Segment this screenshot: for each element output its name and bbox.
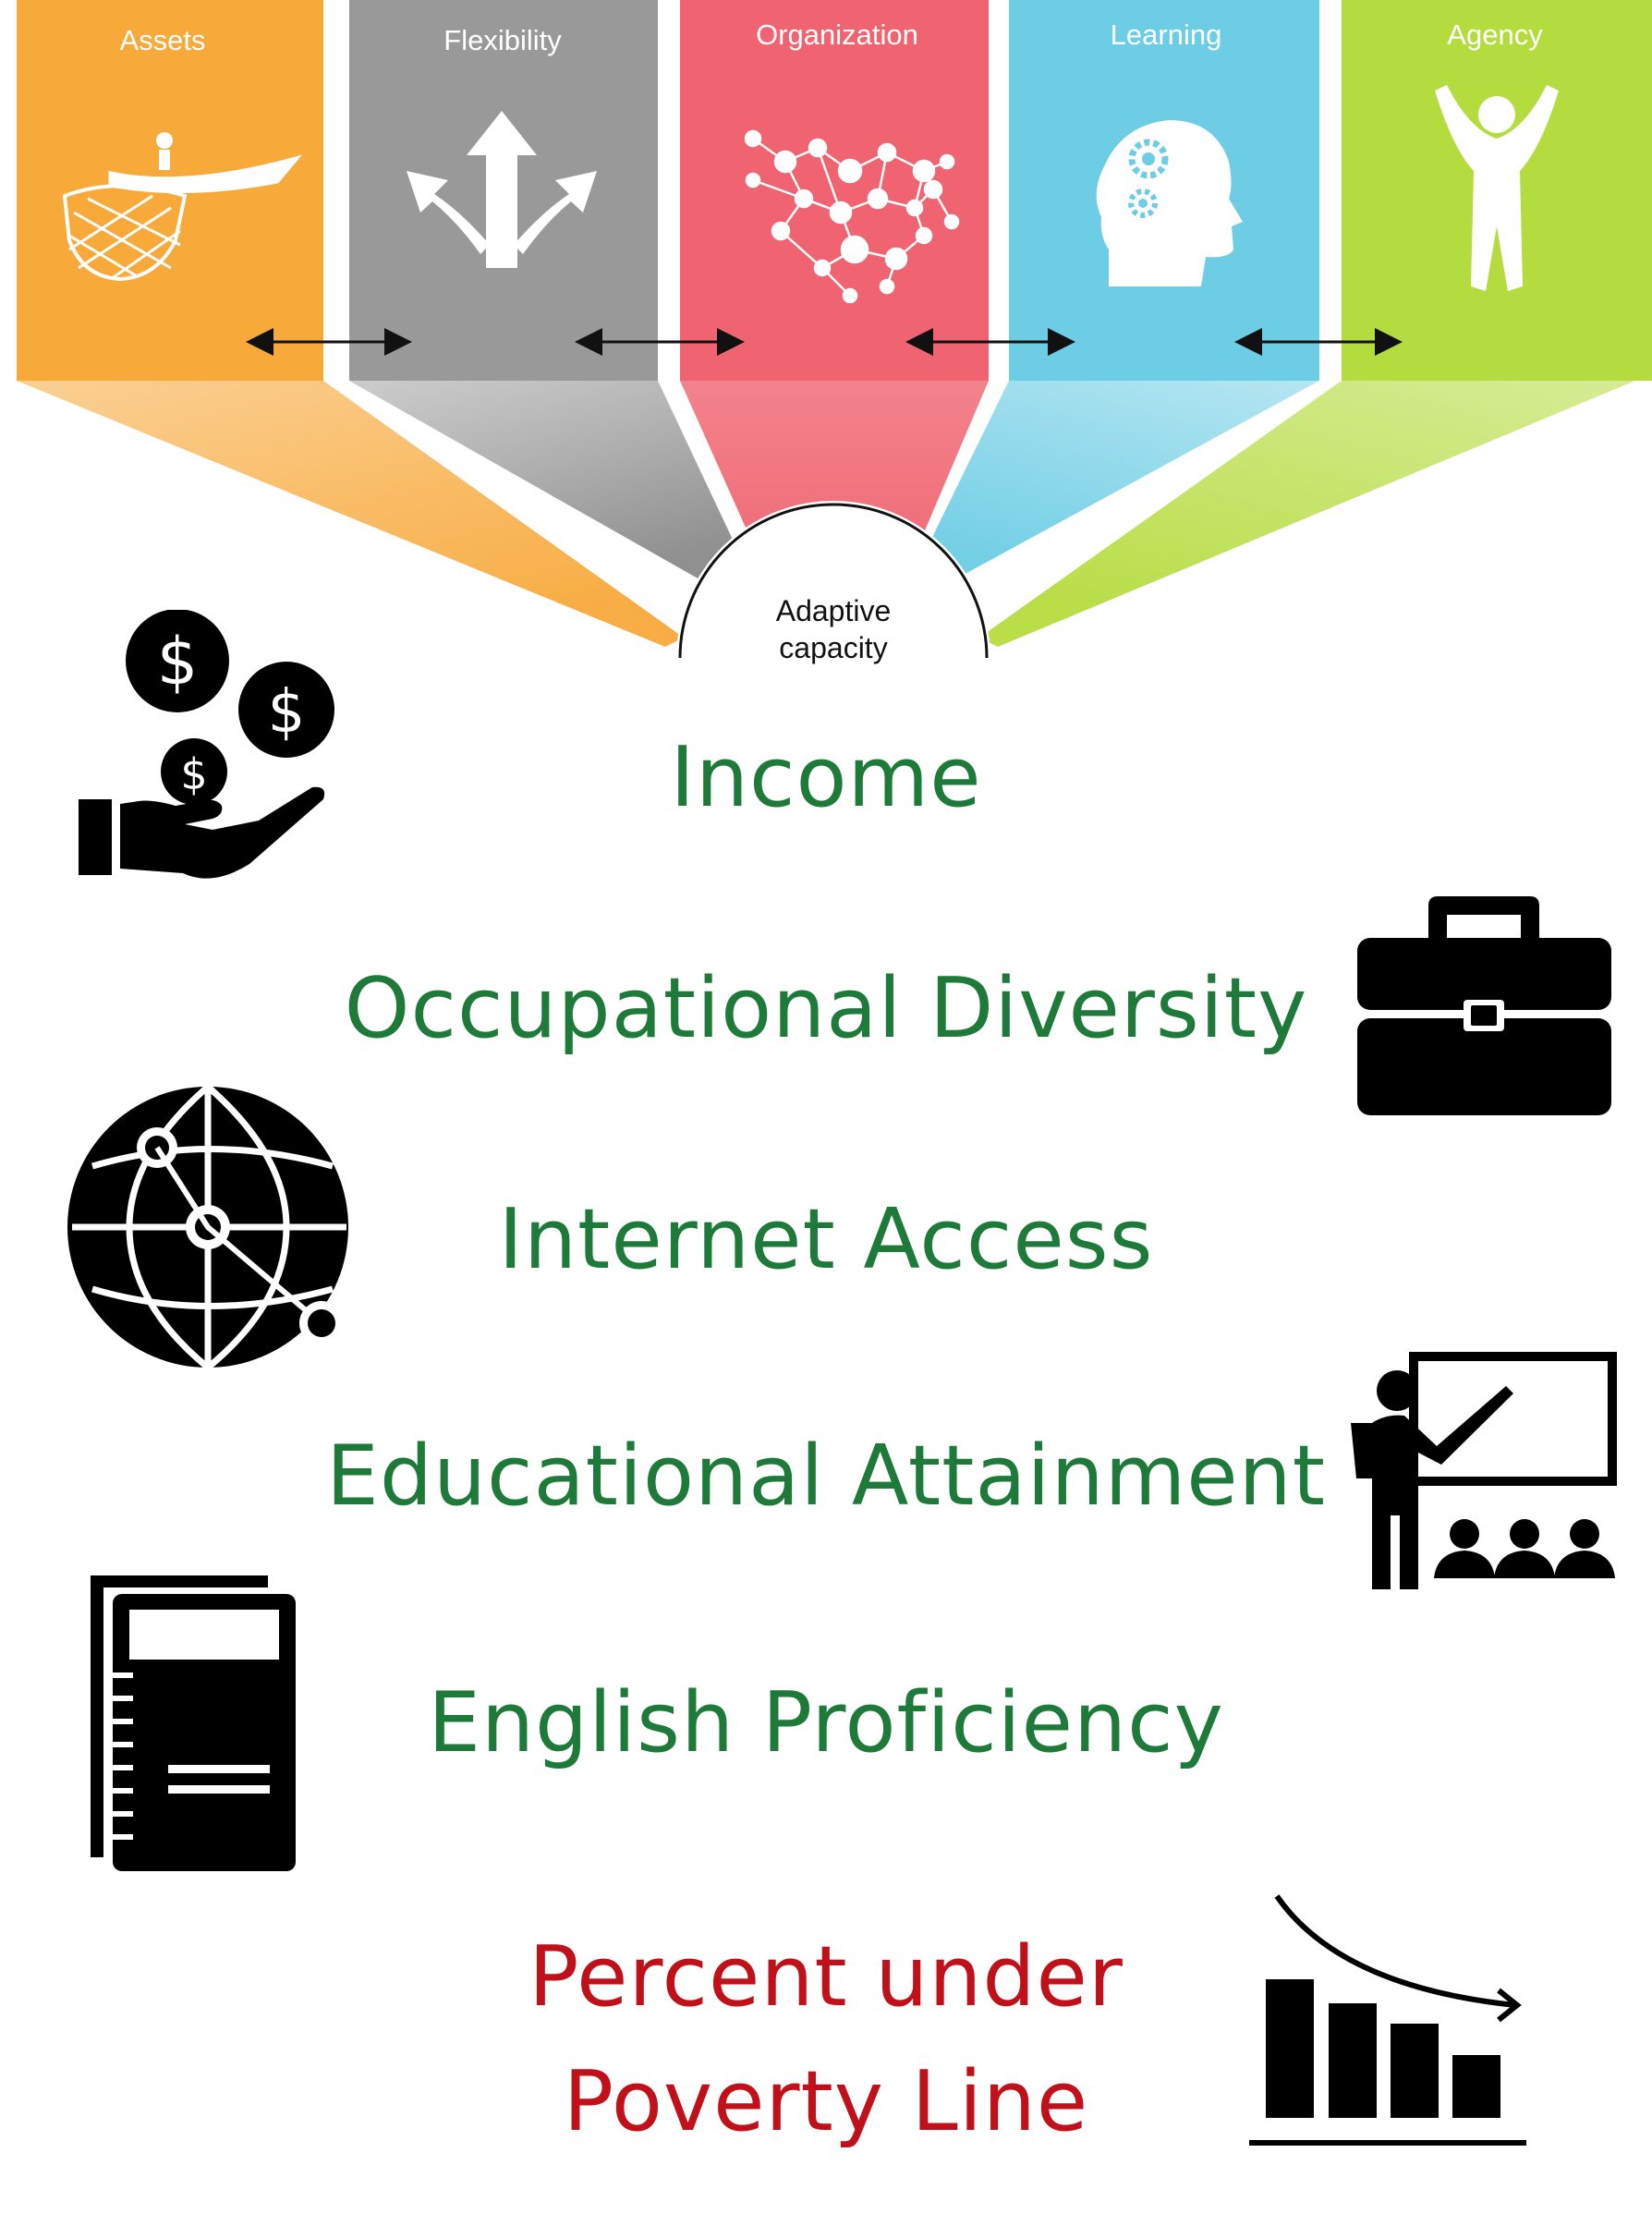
svg-text:$: $ xyxy=(268,678,306,747)
flexibility-label: Flexibility xyxy=(443,24,562,56)
hand-coins-icon: $ $ $ xyxy=(74,610,351,887)
adaptive-capacity-label-line2: capacity xyxy=(779,631,887,664)
learning-label: Learning xyxy=(1111,18,1222,51)
svg-text:$: $ xyxy=(157,624,199,699)
globe-network-icon xyxy=(65,1081,360,1377)
organization-label: Organization xyxy=(756,18,918,51)
declining-bar-chart-icon xyxy=(1247,1885,1534,2153)
briefcase-icon xyxy=(1354,896,1613,1118)
adaptive-capacity-diagram: Assets Flexibility Organization Learning… xyxy=(17,0,1652,664)
assets-label: Assets xyxy=(119,24,205,56)
adaptive-capacity-label-line1: Adaptive xyxy=(776,594,892,627)
agency-label: Agency xyxy=(1447,18,1543,51)
notebook-icon xyxy=(83,1571,305,1876)
svg-text:$: $ xyxy=(180,749,207,799)
teacher-presentation-icon xyxy=(1349,1349,1626,1599)
